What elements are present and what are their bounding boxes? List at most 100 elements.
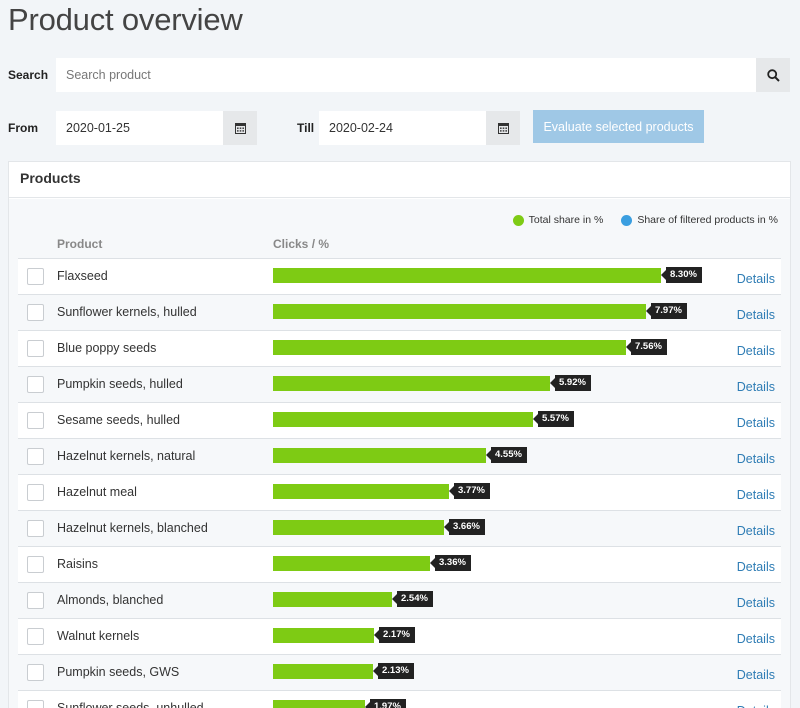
row-checkbox[interactable] bbox=[27, 556, 44, 573]
legend-item-filtered: Share of filtered products in % bbox=[621, 214, 778, 226]
clicks-bar bbox=[273, 700, 365, 708]
legend-label-total: Total share in % bbox=[528, 214, 604, 226]
product-name: Raisins bbox=[57, 557, 98, 571]
clicks-bar bbox=[273, 412, 533, 427]
clicks-bar bbox=[273, 448, 486, 463]
product-name: Walnut kernels bbox=[57, 629, 140, 643]
table-row: Pumpkin seeds, hulled 5.92% Details bbox=[18, 366, 781, 402]
clicks-percent-label: 7.97% bbox=[646, 303, 687, 319]
search-button[interactable] bbox=[756, 58, 790, 92]
row-checkbox[interactable] bbox=[27, 448, 44, 465]
row-checkbox[interactable] bbox=[27, 376, 44, 393]
from-calendar-button[interactable] bbox=[223, 111, 257, 145]
details-link[interactable]: Details bbox=[737, 452, 775, 466]
evaluate-selected-button[interactable]: Evaluate selected products bbox=[533, 110, 704, 143]
products-table: Total share in % Share of filtered produ… bbox=[9, 199, 790, 708]
from-date-input[interactable] bbox=[56, 111, 223, 145]
table-row: Pumpkin seeds, GWS 2.13% Details bbox=[18, 654, 781, 690]
clicks-percent-label: 2.54% bbox=[392, 591, 433, 607]
table-row: Sunflower kernels, hulled 7.97% Details bbox=[18, 294, 781, 330]
row-checkbox[interactable] bbox=[27, 592, 44, 609]
row-checkbox[interactable] bbox=[27, 664, 44, 681]
chart-legend: Total share in % Share of filtered produ… bbox=[512, 214, 778, 226]
clicks-bar bbox=[273, 664, 373, 679]
product-name: Sesame seeds, hulled bbox=[57, 413, 180, 427]
clicks-percent-label: 1.97% bbox=[365, 699, 406, 708]
table-row: Blue poppy seeds 7.56% Details bbox=[18, 330, 781, 366]
column-header-clicks: Clicks / % bbox=[273, 237, 330, 251]
details-link[interactable]: Details bbox=[737, 560, 775, 574]
column-header-product: Product bbox=[57, 237, 103, 251]
details-link[interactable]: Details bbox=[737, 668, 775, 682]
table-row: Sunflower seeds, unhulled 1.97% Details bbox=[18, 690, 781, 708]
clicks-percent-label: 2.17% bbox=[374, 627, 415, 643]
panel-title: Products bbox=[9, 162, 790, 198]
clicks-percent-label: 3.66% bbox=[444, 519, 485, 535]
clicks-bar bbox=[273, 304, 646, 319]
clicks-percent-label: 8.30% bbox=[661, 267, 702, 283]
details-link[interactable]: Details bbox=[737, 344, 775, 358]
till-label: Till bbox=[297, 121, 315, 135]
till-date-input[interactable] bbox=[319, 111, 486, 145]
table-row: Hazelnut meal 3.77% Details bbox=[18, 474, 781, 510]
calendar-icon bbox=[234, 123, 246, 134]
clicks-bar bbox=[273, 592, 392, 607]
row-checkbox[interactable] bbox=[27, 268, 44, 285]
clicks-bar bbox=[273, 376, 550, 391]
row-checkbox[interactable] bbox=[27, 628, 44, 645]
clicks-percent-label: 3.36% bbox=[430, 555, 471, 571]
product-name: Almonds, blanched bbox=[57, 593, 164, 607]
details-link[interactable]: Details bbox=[737, 488, 775, 502]
table-row: Hazelnut kernels, natural 4.55% Details bbox=[18, 438, 781, 474]
product-name: Flaxseed bbox=[57, 269, 108, 283]
row-checkbox[interactable] bbox=[27, 412, 44, 429]
product-name: Sunflower seeds, unhulled bbox=[57, 701, 204, 708]
clicks-percent-label: 4.55% bbox=[486, 447, 527, 463]
product-name: Hazelnut kernels, natural bbox=[57, 449, 196, 463]
search-input[interactable] bbox=[56, 58, 756, 92]
details-link[interactable]: Details bbox=[737, 704, 775, 708]
clicks-percent-label: 5.92% bbox=[550, 375, 591, 391]
legend-item-total: Total share in % bbox=[512, 214, 604, 226]
table-rows: Flaxseed 8.30% Details Sunflower kernels, h… bbox=[18, 258, 781, 708]
legend-label-filtered: Share of filtered products in % bbox=[637, 214, 778, 226]
product-name: Sunflower kernels, hulled bbox=[57, 305, 197, 319]
details-link[interactable]: Details bbox=[737, 524, 775, 538]
legend-dot-filtered bbox=[621, 214, 633, 226]
clicks-bar bbox=[273, 340, 626, 355]
product-name: Hazelnut meal bbox=[57, 485, 137, 499]
page-title: Product overview bbox=[8, 2, 243, 37]
product-name: Hazelnut kernels, blanched bbox=[57, 521, 208, 535]
till-calendar-button[interactable] bbox=[486, 111, 520, 145]
clicks-percent-label: 3.77% bbox=[449, 483, 490, 499]
clicks-bar bbox=[273, 484, 449, 499]
clicks-bar bbox=[273, 520, 444, 535]
details-link[interactable]: Details bbox=[737, 272, 775, 286]
details-link[interactable]: Details bbox=[737, 308, 775, 322]
search-label: Search bbox=[8, 68, 49, 82]
clicks-percent-label: 2.13% bbox=[373, 663, 414, 679]
product-name: Blue poppy seeds bbox=[57, 341, 157, 355]
details-link[interactable]: Details bbox=[737, 380, 775, 394]
search-icon bbox=[766, 68, 780, 82]
table-row: Sesame seeds, hulled 5.57% Details bbox=[18, 402, 781, 438]
row-checkbox[interactable] bbox=[27, 304, 44, 321]
from-label: From bbox=[8, 121, 38, 135]
row-checkbox[interactable] bbox=[27, 700, 44, 708]
clicks-percent-label: 7.56% bbox=[626, 339, 667, 355]
details-link[interactable]: Details bbox=[737, 416, 775, 430]
row-checkbox[interactable] bbox=[27, 340, 44, 357]
product-name: Pumpkin seeds, hulled bbox=[57, 377, 183, 391]
details-link[interactable]: Details bbox=[737, 596, 775, 610]
table-row: Almonds, blanched 2.54% Details bbox=[18, 582, 781, 618]
row-checkbox[interactable] bbox=[27, 484, 44, 501]
table-row: Raisins 3.36% Details bbox=[18, 546, 781, 582]
table-row: Walnut kernels 2.17% Details bbox=[18, 618, 781, 654]
legend-dot-total bbox=[512, 214, 524, 226]
table-row: Hazelnut kernels, blanched 3.66% Details bbox=[18, 510, 781, 546]
row-checkbox[interactable] bbox=[27, 520, 44, 537]
calendar-icon bbox=[497, 123, 509, 134]
details-link[interactable]: Details bbox=[737, 632, 775, 646]
clicks-percent-label: 5.57% bbox=[533, 411, 574, 427]
products-panel: Products Total share in % Share of filte… bbox=[8, 161, 791, 708]
